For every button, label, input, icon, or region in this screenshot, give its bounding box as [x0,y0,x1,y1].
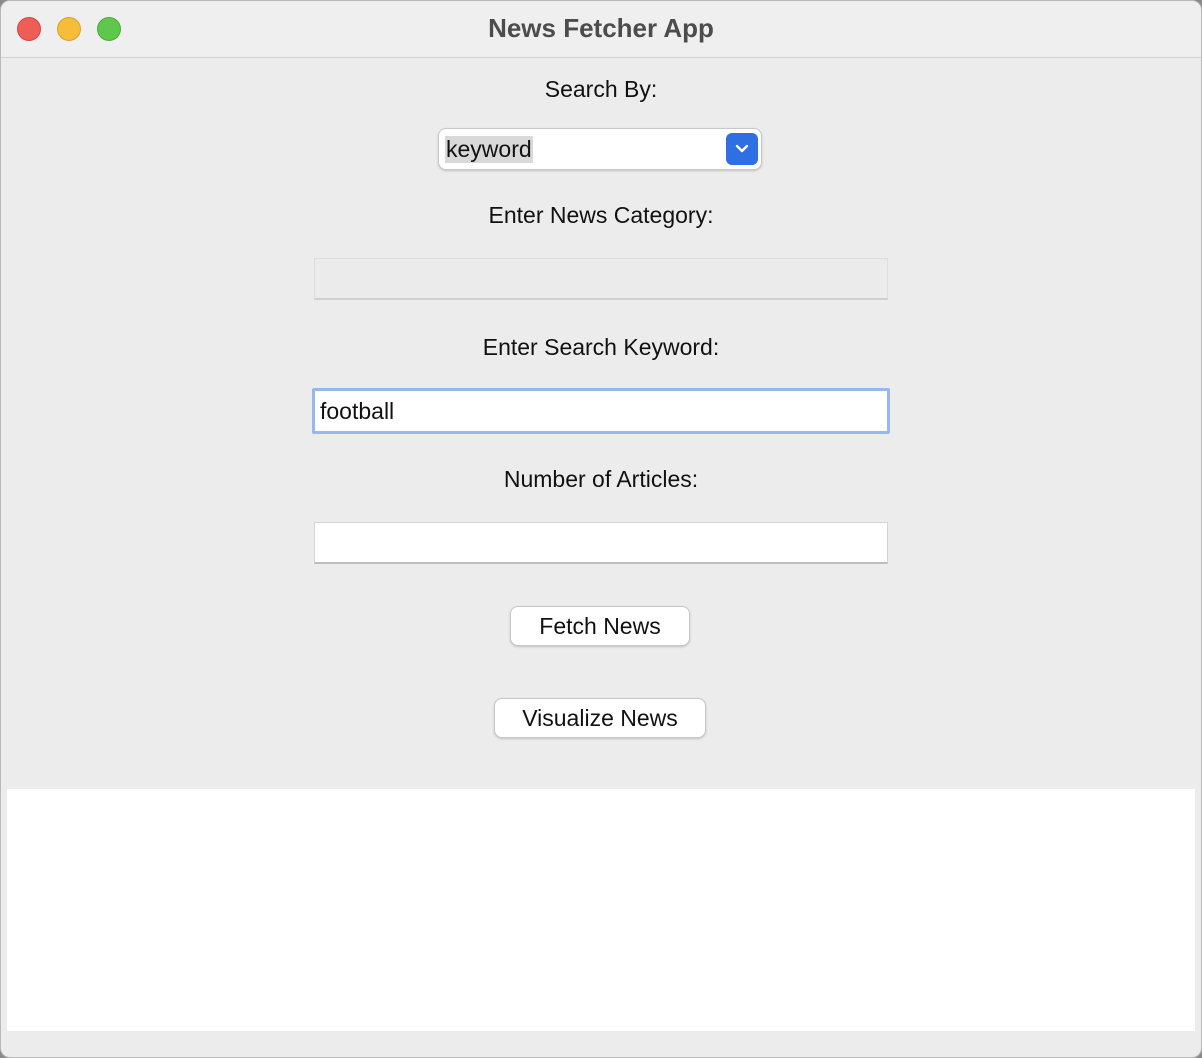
search-by-dropdown[interactable]: keyword [438,128,762,170]
fetch-news-button[interactable]: Fetch News [510,606,690,646]
chevron-down-icon[interactable] [726,133,758,165]
category-label: Enter News Category: [488,202,714,228]
app-window: News Fetcher App Search By: keyword Ente… [0,0,1202,1058]
category-input[interactable] [314,258,888,300]
article-count-label: Number of Articles: [503,466,699,492]
search-by-label: Search By: [544,76,658,102]
results-text-area[interactable] [7,789,1195,1031]
visualize-news-button[interactable]: Visualize News [494,698,706,738]
keyword-input[interactable] [312,388,890,434]
keyword-label: Enter Search Keyword: [482,334,720,360]
title-bar[interactable]: News Fetcher App [1,1,1201,58]
window-title: News Fetcher App [488,13,714,43]
search-by-selected-value: keyword [445,136,533,163]
article-count-input[interactable] [314,522,888,564]
